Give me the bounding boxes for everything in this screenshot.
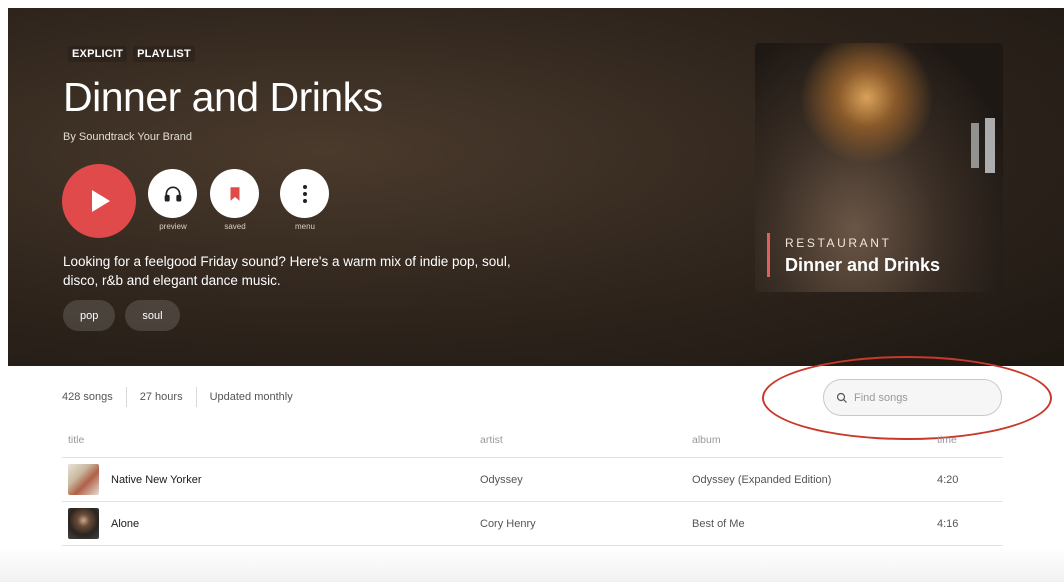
menu-button[interactable] bbox=[280, 169, 329, 218]
play-icon bbox=[92, 190, 110, 212]
more-vertical-icon bbox=[302, 184, 307, 203]
track-time: 4:20 bbox=[937, 473, 959, 486]
saved-control: saved bbox=[210, 169, 260, 231]
column-header-title[interactable]: title bbox=[68, 434, 84, 446]
playlist-tags: EXPLICIT PLAYLIST bbox=[68, 46, 195, 62]
cover-title: Dinner and Drinks bbox=[785, 255, 941, 275]
track-artist[interactable]: Cory Henry bbox=[480, 518, 536, 530]
column-header-artist[interactable]: artist bbox=[480, 434, 503, 446]
play-button[interactable] bbox=[62, 164, 136, 238]
genre-pill-pop[interactable]: pop bbox=[63, 300, 116, 331]
update-frequency: Updated monthly bbox=[195, 387, 306, 407]
track-title[interactable]: Native New Yorker bbox=[111, 474, 202, 486]
track-title[interactable]: Alone bbox=[111, 518, 139, 530]
column-header-time[interactable]: time bbox=[937, 434, 957, 446]
cover-kicker: RESTAURANT bbox=[785, 236, 892, 250]
search-icon bbox=[836, 392, 847, 403]
preview-label: preview bbox=[159, 222, 187, 231]
track-time: 4:16 bbox=[937, 517, 959, 530]
track-title-cell: Alone bbox=[68, 508, 139, 539]
menu-label: menu bbox=[294, 222, 315, 231]
saved-button[interactable] bbox=[210, 169, 259, 218]
find-songs-search[interactable] bbox=[823, 379, 1002, 416]
playlist-description: Looking for a feelgood Friday sound? Her… bbox=[63, 254, 511, 288]
menu-control: menu bbox=[280, 169, 330, 231]
playlist-title: Dinner and Drinks bbox=[63, 74, 383, 120]
track-thumbnail bbox=[68, 464, 99, 495]
genre-list: pop soul bbox=[63, 300, 180, 331]
track-artist[interactable]: Odyssey bbox=[480, 474, 523, 486]
song-count: 428 songs bbox=[62, 391, 113, 403]
playlist-stats: 428 songs 27 hours Updated monthly bbox=[62, 387, 306, 407]
cover-window-decor bbox=[971, 123, 979, 168]
headphones-icon bbox=[164, 186, 181, 201]
page-bottom-fade bbox=[0, 548, 1064, 582]
table-row[interactable]: Native New Yorker Odyssey Odyssey (Expan… bbox=[62, 458, 1003, 502]
playlist-byline: By Soundtrack Your Brand bbox=[63, 131, 193, 143]
column-header-album[interactable]: album bbox=[692, 434, 721, 446]
preview-button[interactable] bbox=[148, 169, 197, 218]
cover-window-decor bbox=[985, 118, 995, 173]
search-input[interactable] bbox=[854, 391, 984, 404]
preview-control: preview bbox=[148, 169, 198, 231]
saved-label: saved bbox=[224, 222, 246, 231]
playlist-type-tag: PLAYLIST bbox=[133, 46, 195, 62]
explicit-tag: EXPLICIT bbox=[68, 46, 128, 62]
total-duration: 27 hours bbox=[125, 387, 196, 407]
playlist-hero: EXPLICIT PLAYLIST Dinner and Drinks By S… bbox=[8, 8, 1064, 366]
track-table: title artist album time Native New Yorke… bbox=[62, 422, 1003, 546]
table-row[interactable]: Alone Cory Henry Best of Me 4:16 bbox=[62, 502, 1003, 546]
track-album[interactable]: Best of Me bbox=[692, 518, 745, 530]
playlist-cover-image: RESTAURANT Dinner and Drinks bbox=[755, 43, 1003, 292]
track-thumbnail bbox=[68, 508, 99, 539]
track-album[interactable]: Odyssey (Expanded Edition) bbox=[692, 474, 831, 486]
cover-accent-bar bbox=[767, 233, 770, 277]
table-header: title artist album time bbox=[62, 422, 1003, 458]
track-title-cell: Native New Yorker bbox=[68, 464, 202, 495]
genre-pill-soul[interactable]: soul bbox=[125, 300, 180, 331]
bookmark-icon bbox=[230, 186, 239, 201]
